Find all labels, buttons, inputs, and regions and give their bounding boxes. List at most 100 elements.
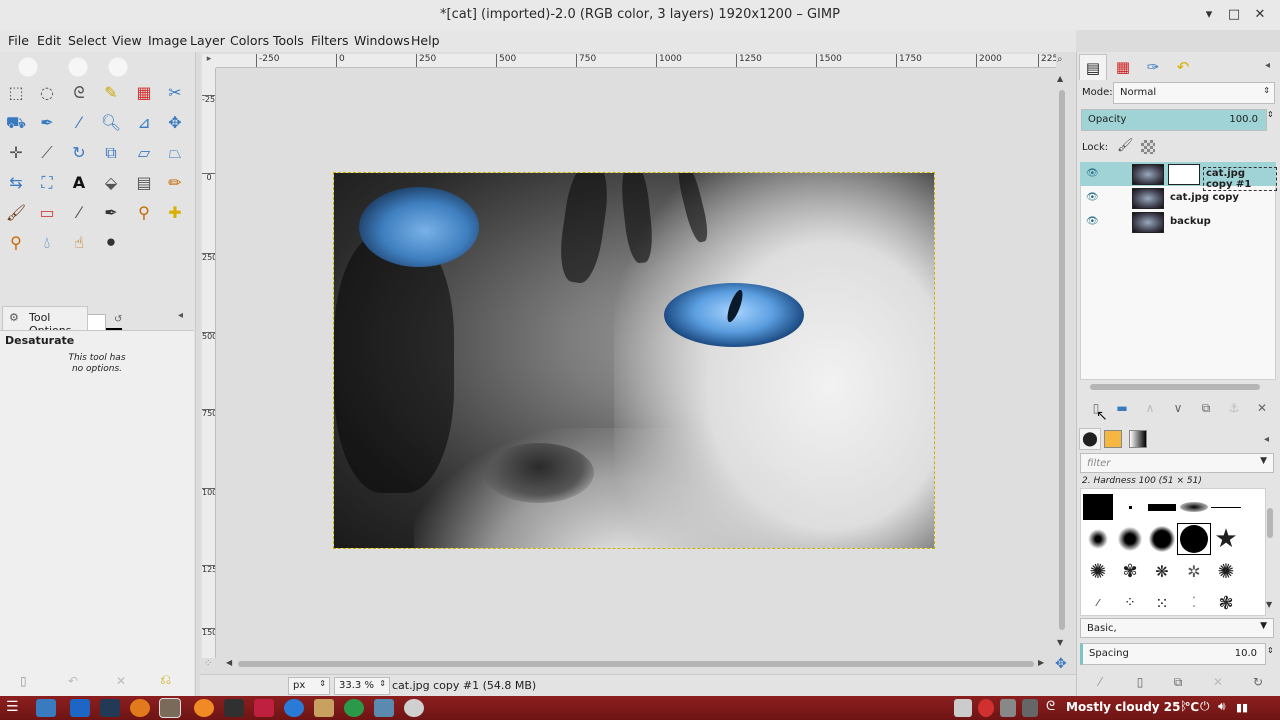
vertical-scrollbar[interactable]: ▲ ▼ <box>1056 74 1068 648</box>
menu-windows[interactable]: Windows <box>354 33 410 48</box>
crop-icon[interactable]: ⟋ <box>36 142 58 164</box>
select-by-color-icon[interactable]: ▦ <box>133 82 155 104</box>
scroll-left-icon[interactable]: ◀ <box>226 658 232 667</box>
app-icon[interactable] <box>254 699 274 717</box>
delete-layer-icon[interactable]: ✕ <box>1252 399 1272 417</box>
volume-icon[interactable]: 🔊︎ <box>1218 699 1226 714</box>
opacity-slider[interactable]: Opacity 100.0 <box>1081 109 1267 131</box>
brush-item[interactable] <box>1113 523 1147 555</box>
app-icon[interactable] <box>224 699 244 717</box>
lock-pixels-icon[interactable]: 🖌︎ <box>1117 138 1134 153</box>
pencil-icon[interactable]: ✏ <box>164 172 186 194</box>
layer-name[interactable]: backup <box>1170 216 1211 227</box>
save-options-icon[interactable]: ▯ <box>20 674 27 688</box>
anchor-layer-icon[interactable]: ⚓ <box>1224 399 1244 417</box>
vertical-scroll-thumb[interactable] <box>1059 90 1065 630</box>
layer-row[interactable]: 👁︎ cat.jpg copy #1 <box>1080 162 1277 191</box>
layer-row[interactable]: 👁︎ backup <box>1080 210 1276 234</box>
zoom-corner-icon[interactable]: ⌕ <box>1057 54 1069 68</box>
heal-icon[interactable]: ✚ <box>164 202 186 224</box>
move-icon[interactable]: ✥ <box>164 112 186 134</box>
refresh-brushes-icon[interactable]: ↻ <box>1248 673 1268 691</box>
lock-alpha-icon[interactable] <box>1141 140 1155 154</box>
brush-item[interactable]: ✲ <box>1177 555 1211 587</box>
smudge-icon[interactable]: ☝ <box>68 232 90 254</box>
navigate-icon[interactable]: ✥ <box>1055 656 1067 672</box>
minimize-button[interactable]: ▾ <box>1198 5 1220 25</box>
horizontal-scrollbar[interactable]: ◀ ▶ <box>226 658 1048 670</box>
reset-options-icon[interactable]: ⎌ <box>160 672 171 688</box>
app-icon[interactable] <box>314 699 334 717</box>
layer-row[interactable]: 👁︎ cat.jpg copy <box>1080 186 1276 210</box>
layer-mask-thumbnail[interactable] <box>1168 164 1200 185</box>
menu-colors[interactable]: Colors <box>230 33 269 48</box>
quick-mask-corner-icon[interactable]: ▸ <box>202 54 216 68</box>
menu-icon[interactable]: ☰ <box>6 699 19 715</box>
brush-item[interactable] <box>1081 491 1115 523</box>
dodge-burn-icon[interactable]: ⚫ <box>100 232 122 254</box>
visibility-eye-icon[interactable]: 👁︎ <box>1086 192 1099 204</box>
scroll-down-icon[interactable]: ▼ <box>1266 600 1272 609</box>
menu-select[interactable]: Select <box>68 33 107 48</box>
brush-filter-input[interactable]: filter ▼ <box>1080 453 1274 473</box>
app-icon[interactable] <box>344 699 364 717</box>
opacity-spinner-icon[interactable]: ⇕ <box>1267 110 1274 119</box>
brush-item[interactable]: ⁚ <box>1177 587 1211 619</box>
star-brush-icon[interactable]: ★ <box>1209 523 1243 555</box>
perspective-clone-icon[interactable]: ⚲ <box>5 232 27 254</box>
brush-item[interactable] <box>1177 491 1211 523</box>
brush-item[interactable] <box>1209 491 1243 523</box>
foreground-select-icon[interactable]: ⛟ <box>5 112 27 134</box>
scroll-down-icon[interactable]: ▼ <box>1057 638 1063 647</box>
gradients-tab-icon[interactable] <box>1129 430 1147 448</box>
scissors-select-icon[interactable]: ✂ <box>164 82 186 104</box>
airbrush-icon[interactable]: ⁄ <box>68 202 90 224</box>
delete-brush-icon[interactable]: ✕ <box>1208 673 1228 691</box>
fuzzy-select-icon[interactable]: ✎ <box>100 82 122 104</box>
patterns-tab-icon[interactable] <box>1104 430 1122 448</box>
scale-icon[interactable]: ⧉ <box>100 142 122 164</box>
raise-layer-icon[interactable]: ∧ <box>1140 399 1160 417</box>
layers-hscroll-thumb[interactable] <box>1090 384 1260 390</box>
eraser-icon[interactable]: ▭ <box>36 202 58 224</box>
menu-image[interactable]: Image <box>148 33 187 48</box>
new-brush-icon[interactable]: ▯ <box>1130 673 1150 691</box>
brush-item[interactable]: ✺ <box>1081 555 1115 587</box>
dock-menu-icon[interactable]: ◂ <box>1265 60 1270 71</box>
paths-tab-icon[interactable]: ✑ <box>1139 54 1167 80</box>
brush-preset-select[interactable]: Basic, ▼ <box>1080 618 1274 638</box>
lower-layer-icon[interactable]: ∨ <box>1168 399 1188 417</box>
horizontal-scroll-thumb[interactable] <box>238 661 1034 667</box>
bluetooth-icon[interactable]: ᛒ <box>1180 699 1187 713</box>
brush-item[interactable]: ✺ <box>1209 555 1243 587</box>
mode-select[interactable]: Normal ⇕ <box>1113 82 1275 104</box>
rect-select-icon[interactable]: ⬚ <box>5 82 27 104</box>
visibility-eye-icon[interactable]: 👁︎ <box>1086 216 1099 228</box>
terminal-app-icon[interactable] <box>100 699 120 717</box>
duplicate-layer-icon[interactable]: ⧉ <box>1196 399 1216 417</box>
unit-select[interactable]: px ⇕ <box>288 677 330 695</box>
brush-item[interactable]: ⁄ <box>1081 587 1115 619</box>
menu-tools[interactable]: Tools <box>273 33 304 48</box>
dock-menu-icon[interactable]: ◂ <box>1264 434 1269 445</box>
tray-icon[interactable] <box>1000 699 1016 717</box>
image-canvas[interactable] <box>333 172 935 549</box>
menu-file[interactable]: File <box>8 33 29 48</box>
zoom-icon[interactable]: 🔍︎ <box>100 112 122 134</box>
brushes-tab-icon[interactable]: ⬤ <box>1079 428 1101 450</box>
maximize-button[interactable]: □ <box>1223 5 1245 25</box>
close-button[interactable]: ✕ <box>1249 5 1271 25</box>
tool-options-tab[interactable]: ⚙ Tool Options <box>2 306 88 337</box>
layer-name[interactable]: cat.jpg copy <box>1170 192 1239 203</box>
app-icon[interactable] <box>404 699 424 717</box>
gimp-app-icon[interactable] <box>159 698 181 718</box>
measure-icon[interactable]: ⊿ <box>133 112 155 134</box>
brush-item[interactable]: ⁘ <box>1113 587 1147 619</box>
brush-item[interactable]: ❃ <box>1209 587 1243 619</box>
brush-item[interactable]: ❋ <box>1145 555 1179 587</box>
tray-icon[interactable] <box>1022 699 1038 717</box>
brushes-scroll-thumb[interactable] <box>1267 508 1273 538</box>
edit-brush-icon[interactable]: ⁄ <box>1090 673 1110 691</box>
files-app-icon[interactable] <box>36 699 56 717</box>
align-icon[interactable]: ✛ <box>5 142 27 164</box>
